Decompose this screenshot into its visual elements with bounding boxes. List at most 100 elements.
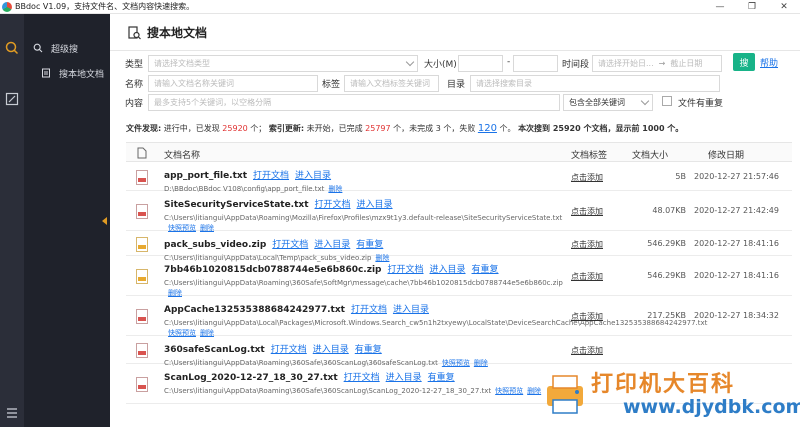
- menu-icon[interactable]: [5, 406, 19, 420]
- add-tag-link[interactable]: 点击添加: [571, 239, 603, 250]
- file-name: 7bb46b1020815dcb0788744e5e6b860c.zip 打开文档…: [164, 262, 499, 275]
- duplicate-checkbox[interactable]: [662, 96, 672, 106]
- sidebar-item-local-docs[interactable]: 搜本地文档: [24, 62, 110, 84]
- file-name-text: ScanLog_2020-12-27_18_30_27.txt: [164, 373, 338, 383]
- watermark-url: www.djydbk.com: [623, 396, 800, 418]
- name-label: 名称: [125, 80, 144, 90]
- open-folder-link[interactable]: 进入目录: [313, 345, 349, 355]
- table-row[interactable]: SiteSecurityServiceState.txt 打开文档 进入目录 C:\U…: [126, 191, 792, 232]
- file-path: C:\Users\litiangui\AppData\Roaming\360Sa…: [164, 278, 569, 298]
- modified-date: 2020-12-27 21:57:46: [694, 172, 779, 181]
- content-keywords-input[interactable]: 最多支持5个关键词，以空格分隔: [148, 94, 560, 111]
- open-folder-link[interactable]: 进入目录: [314, 240, 350, 250]
- app-logo-icon: [2, 1, 12, 12]
- txt-file-icon: [136, 377, 148, 392]
- index-text-3: 个，失败: [443, 124, 476, 133]
- type-label: 类型: [125, 60, 144, 70]
- size-label: 大小(M): [424, 60, 457, 70]
- file-name-text: 7bb46b1020815dcb0788744e5e6b860c.zip: [164, 265, 382, 275]
- header-size: 文档大小: [632, 151, 669, 161]
- duplicate-link[interactable]: 有重复: [355, 345, 382, 355]
- file-name: SiteSecurityServiceState.txt 打开文档 进入目录: [164, 197, 393, 210]
- size-min-input[interactable]: [458, 55, 503, 72]
- discover-text-end: 个；: [250, 124, 267, 133]
- open-document-link[interactable]: 打开文档: [344, 373, 380, 383]
- edit-icon[interactable]: [5, 92, 19, 106]
- file-name: pack_subs_video.zip 打开文档 进入目录 有重复: [164, 237, 383, 250]
- open-document-link[interactable]: 打开文档: [272, 240, 308, 250]
- directory-select[interactable]: 请选择搜索目录: [470, 75, 720, 92]
- table-row[interactable]: app_port_file.txt 打开文档 进入目录 D:\BBdoc\BBdoc …: [126, 162, 792, 193]
- directory-placeholder: 请选择搜索目录: [476, 79, 532, 88]
- add-tag-link[interactable]: 点击添加: [571, 311, 603, 322]
- watermark-text: 打印机大百科: [591, 372, 736, 397]
- tag-label: 标签: [322, 80, 341, 90]
- search-icon[interactable]: [5, 41, 19, 55]
- open-document-link[interactable]: 打开文档: [253, 171, 289, 181]
- content-label: 内容: [125, 99, 144, 109]
- header-divider: [110, 50, 800, 51]
- index-text-2: 个，未完成: [393, 124, 434, 133]
- status-bar: 文件发现: 进行中，已发现 25920 个； 索引更新: 未开始，已完成 257…: [126, 123, 683, 134]
- snapshot-preview-link[interactable]: 快照预览: [495, 387, 523, 395]
- match-mode-value: 包含全部关键词: [569, 98, 625, 107]
- file-size: 5B: [675, 172, 686, 181]
- index-failed-link[interactable]: 120: [478, 123, 497, 134]
- index-done-count: 25797: [365, 124, 391, 133]
- close-icon[interactable]: ✕: [768, 0, 800, 14]
- open-document-link[interactable]: 打开文档: [315, 200, 351, 210]
- minimize-icon[interactable]: —: [704, 0, 736, 14]
- name-input-placeholder: 请输入文档名称关键词: [154, 79, 234, 88]
- open-document-link[interactable]: 打开文档: [271, 345, 307, 355]
- open-document-link[interactable]: 打开文档: [388, 265, 424, 275]
- table-row[interactable]: AppCache132535388684242977.txt 打开文档 进入目录 C:…: [126, 296, 792, 338]
- open-folder-link[interactable]: 进入目录: [430, 265, 466, 275]
- table-header: 文档名称 文档标签 文档大小 修改日期: [126, 142, 792, 162]
- header-date: 修改日期: [708, 151, 745, 161]
- table-row[interactable]: 7bb46b1020815dcb0788744e5e6b860c.zip 打开文档…: [126, 256, 792, 298]
- open-document-link[interactable]: 打开文档: [351, 305, 387, 315]
- sidebar-item-super-search[interactable]: 超级搜: [24, 37, 110, 59]
- add-tag-link[interactable]: 点击添加: [571, 271, 603, 282]
- name-input[interactable]: 请输入文档名称关键词: [148, 75, 318, 92]
- modified-date: 2020-12-27 18:41:16: [694, 239, 779, 248]
- header-name: 文档名称: [164, 151, 201, 161]
- help-link[interactable]: 帮助: [760, 56, 778, 69]
- file-path: C:\Users\litiangui\AppData\Local\Package…: [164, 318, 707, 338]
- file-header-icon: [137, 147, 147, 159]
- table-row[interactable]: 360safeScanLog.txt 打开文档 进入目录 有重复 C:\Users\li…: [126, 336, 792, 367]
- tag-input-placeholder: 请输入文档标签关键词: [350, 79, 430, 88]
- add-tag-link[interactable]: 点击添加: [571, 345, 603, 356]
- file-name: ScanLog_2020-12-27_18_30_27.txt 打开文档 进入目录有…: [164, 370, 455, 383]
- open-folder-link[interactable]: 进入目录: [393, 305, 429, 315]
- duplicate-link[interactable]: 有重复: [428, 373, 455, 383]
- add-tag-link[interactable]: 点击添加: [571, 172, 603, 183]
- txt-file-icon: [136, 170, 148, 185]
- modified-date: 2020-12-27 18:34:32: [694, 311, 779, 320]
- document-search-icon: [128, 25, 141, 39]
- index-text: 未开始，已完成: [306, 124, 363, 133]
- duplicate-link[interactable]: 有重复: [356, 240, 383, 250]
- match-mode-select[interactable]: 包含全部关键词: [563, 94, 653, 111]
- search-button[interactable]: 搜: [733, 53, 755, 71]
- dir-label: 目录: [447, 80, 466, 90]
- duplicate-link[interactable]: 有重复: [472, 265, 499, 275]
- type-select[interactable]: 请选择文档类型: [148, 55, 418, 72]
- chevron-down-icon: [640, 96, 650, 106]
- title-bar: BBdoc V1.09，支持文件名、文档内容快速搜索。 — ❐ ✕: [0, 0, 800, 14]
- document-list-icon: [42, 68, 50, 78]
- size-max-input[interactable]: [513, 55, 558, 72]
- date-range-picker[interactable]: 请选择开始日... → 截止日期: [592, 55, 722, 72]
- open-folder-link[interactable]: 进入目录: [357, 200, 393, 210]
- file-size: 546.29KB: [647, 271, 686, 280]
- collapse-sidebar-icon[interactable]: [102, 217, 107, 225]
- add-tag-link[interactable]: 点击添加: [571, 206, 603, 217]
- file-name-text: AppCache132535388684242977.txt: [164, 305, 345, 315]
- table-row[interactable]: pack_subs_video.zip 打开文档 进入目录 有重复 C:\Users\l…: [126, 231, 792, 262]
- tag-input[interactable]: 请输入文档标签关键词: [344, 75, 439, 92]
- open-folder-link[interactable]: 进入目录: [386, 373, 422, 383]
- restore-icon[interactable]: ❐: [736, 0, 768, 14]
- discover-label: 文件发现:: [126, 124, 162, 133]
- file-size: 546.29KB: [647, 239, 686, 248]
- open-folder-link[interactable]: 进入目录: [295, 171, 331, 181]
